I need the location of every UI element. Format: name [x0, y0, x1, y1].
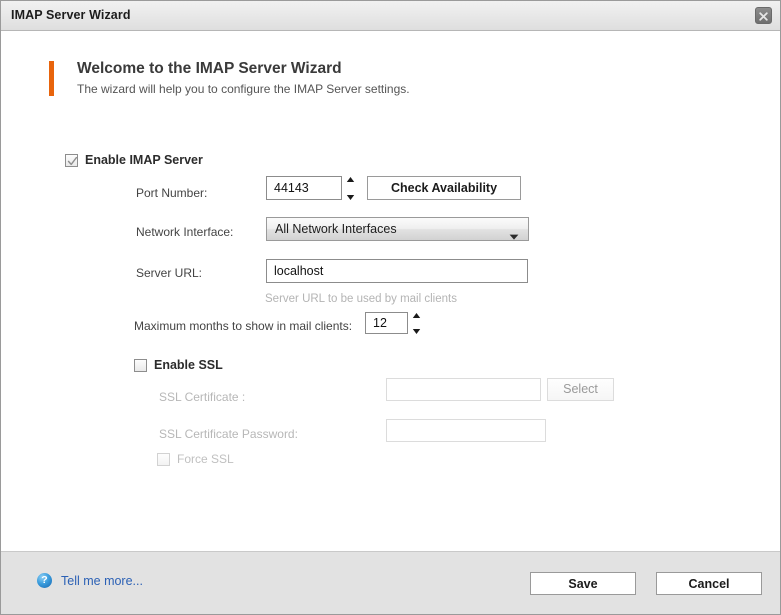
- enable-imap-server-checkbox-row[interactable]: Enable IMAP Server: [65, 153, 203, 167]
- save-button[interactable]: Save: [530, 572, 636, 595]
- port-stepper-up[interactable]: [345, 176, 356, 189]
- page-header: Welcome to the IMAP Server Wizard The wi…: [49, 58, 410, 98]
- tell-me-more-label: Tell me more...: [61, 573, 143, 588]
- dialog-footer: ? Tell me more... Save Cancel: [1, 551, 780, 614]
- tell-me-more-link[interactable]: ? Tell me more...: [37, 573, 143, 588]
- imap-server-wizard-window: IMAP Server Wizard Welcome to the IMAP S…: [0, 0, 781, 615]
- chevron-down-icon: [509, 227, 519, 245]
- window-titlebar: IMAP Server Wizard: [1, 1, 780, 31]
- ssl-certificate-password-input[interactable]: [386, 419, 546, 442]
- caret-down-icon: [346, 195, 355, 200]
- ssl-certificate-select-button[interactable]: Select: [547, 378, 614, 401]
- page-subtitle: The wizard will help you to configure th…: [77, 82, 410, 96]
- server-url-label: Server URL:: [136, 264, 202, 282]
- window-title: IMAP Server Wizard: [11, 8, 131, 22]
- header-accent-bar: [49, 61, 54, 96]
- force-ssl-checkbox-row[interactable]: Force SSL: [157, 452, 234, 466]
- wizard-content: Welcome to the IMAP Server Wizard The wi…: [1, 31, 780, 551]
- enable-imap-server-checkbox[interactable]: [65, 153, 78, 167]
- network-interface-select[interactable]: All Network Interfaces: [266, 217, 529, 241]
- port-number-input[interactable]: [266, 176, 342, 200]
- enable-ssl-checkbox-row[interactable]: Enable SSL: [134, 358, 223, 372]
- caret-up-icon: [412, 313, 421, 318]
- checkmark-icon: [67, 156, 78, 165]
- ssl-certificate-input[interactable]: [386, 378, 541, 401]
- ssl-certificate-password-label-text: SSL Certificate Password:: [159, 427, 298, 441]
- max-months-stepper[interactable]: [411, 312, 422, 338]
- ssl-certificate-label: SSL Certificate :: [159, 388, 245, 406]
- enable-imap-server-label: Enable IMAP Server: [85, 153, 203, 167]
- network-interface-label-text: Network Interface:: [136, 225, 234, 239]
- server-url-hint: Server URL to be used by mail clients: [265, 293, 457, 305]
- enable-ssl-label: Enable SSL: [154, 358, 223, 372]
- close-x-glyph: [759, 12, 768, 21]
- chevron-down-glyph: [509, 234, 519, 240]
- server-url-label-text: Server URL:: [136, 266, 203, 280]
- port-stepper-down[interactable]: [345, 189, 356, 202]
- caret-down-icon: [412, 329, 421, 334]
- force-ssl-label: Force SSL: [177, 452, 234, 466]
- max-months-input[interactable]: [365, 312, 408, 334]
- network-interface-selected-value: All Network Interfaces: [275, 222, 397, 236]
- port-number-label-text: Port Number:: [136, 186, 208, 200]
- max-months-label-text: Maximum months to show in mail clients:: [134, 319, 353, 333]
- network-interface-label: Network Interface:: [136, 223, 233, 241]
- cancel-button[interactable]: Cancel: [656, 572, 762, 595]
- help-question-icon: ?: [37, 573, 52, 588]
- port-number-label: Port Number:: [136, 184, 207, 202]
- ssl-certificate-password-label: SSL Certificate Password:: [159, 425, 298, 443]
- server-url-input[interactable]: [266, 259, 528, 283]
- page-title: Welcome to the IMAP Server Wizard: [77, 60, 342, 77]
- enable-ssl-checkbox[interactable]: [134, 358, 147, 372]
- max-months-label: Maximum months to show in mail clients:: [134, 317, 352, 335]
- max-months-stepper-down[interactable]: [411, 325, 422, 338]
- caret-up-icon: [346, 177, 355, 182]
- port-number-stepper[interactable]: [345, 176, 356, 202]
- close-icon[interactable]: [755, 7, 772, 24]
- check-availability-button[interactable]: Check Availability: [367, 176, 521, 200]
- ssl-certificate-label-text: SSL Certificate :: [159, 390, 246, 404]
- help-question-glyph: ?: [41, 574, 48, 586]
- force-ssl-checkbox[interactable]: [157, 452, 170, 466]
- max-months-stepper-up[interactable]: [411, 312, 422, 325]
